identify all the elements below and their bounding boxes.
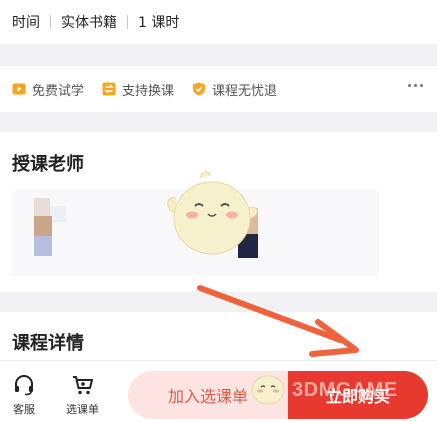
guarantee-refund: 课程无忧退 bbox=[192, 80, 277, 99]
meta-divider bbox=[127, 15, 128, 29]
watermark: 3DMGAME bbox=[248, 370, 398, 410]
meta-divider bbox=[50, 15, 51, 29]
meta-lessons: 1 课时 bbox=[138, 15, 180, 31]
meta-time: 时间 bbox=[12, 15, 40, 31]
guarantee-row[interactable]: 免费试学 支持换课 课程无忧退 bbox=[0, 66, 437, 112]
shield-icon bbox=[192, 82, 206, 96]
watermark-text: 3DMGAME bbox=[292, 378, 398, 401]
section-title: 课程详情 bbox=[12, 333, 84, 354]
swap-icon bbox=[102, 82, 116, 96]
section-title: 授课老师 bbox=[12, 154, 84, 175]
mascot-logo-icon bbox=[248, 370, 288, 410]
customer-service-button[interactable]: 客服 bbox=[12, 373, 36, 417]
teacher-avatar[interactable] bbox=[34, 198, 68, 258]
arrow-annotation-icon bbox=[190, 280, 370, 364]
course-meta-row: 时间 实体书籍 1 课时 bbox=[0, 0, 437, 44]
headset-icon bbox=[12, 373, 36, 397]
guarantee-label: 支持换课 bbox=[122, 83, 175, 99]
course-cart-button[interactable]: 选课单 bbox=[66, 373, 99, 417]
play-icon bbox=[12, 82, 26, 96]
guarantee-free-trial: 免费试学 bbox=[12, 80, 84, 99]
customer-service-label: 客服 bbox=[13, 403, 35, 416]
guarantee-label: 课程无忧退 bbox=[212, 83, 278, 99]
guarantee-swap-course: 支持换课 bbox=[102, 80, 174, 99]
course-cart-label: 选课单 bbox=[66, 403, 99, 416]
mascot-image bbox=[162, 168, 262, 264]
guarantee-label: 免费试学 bbox=[32, 83, 85, 99]
meta-material: 实体书籍 bbox=[61, 15, 117, 31]
cart-icon bbox=[71, 373, 95, 397]
more-dots-icon[interactable] bbox=[408, 84, 423, 87]
